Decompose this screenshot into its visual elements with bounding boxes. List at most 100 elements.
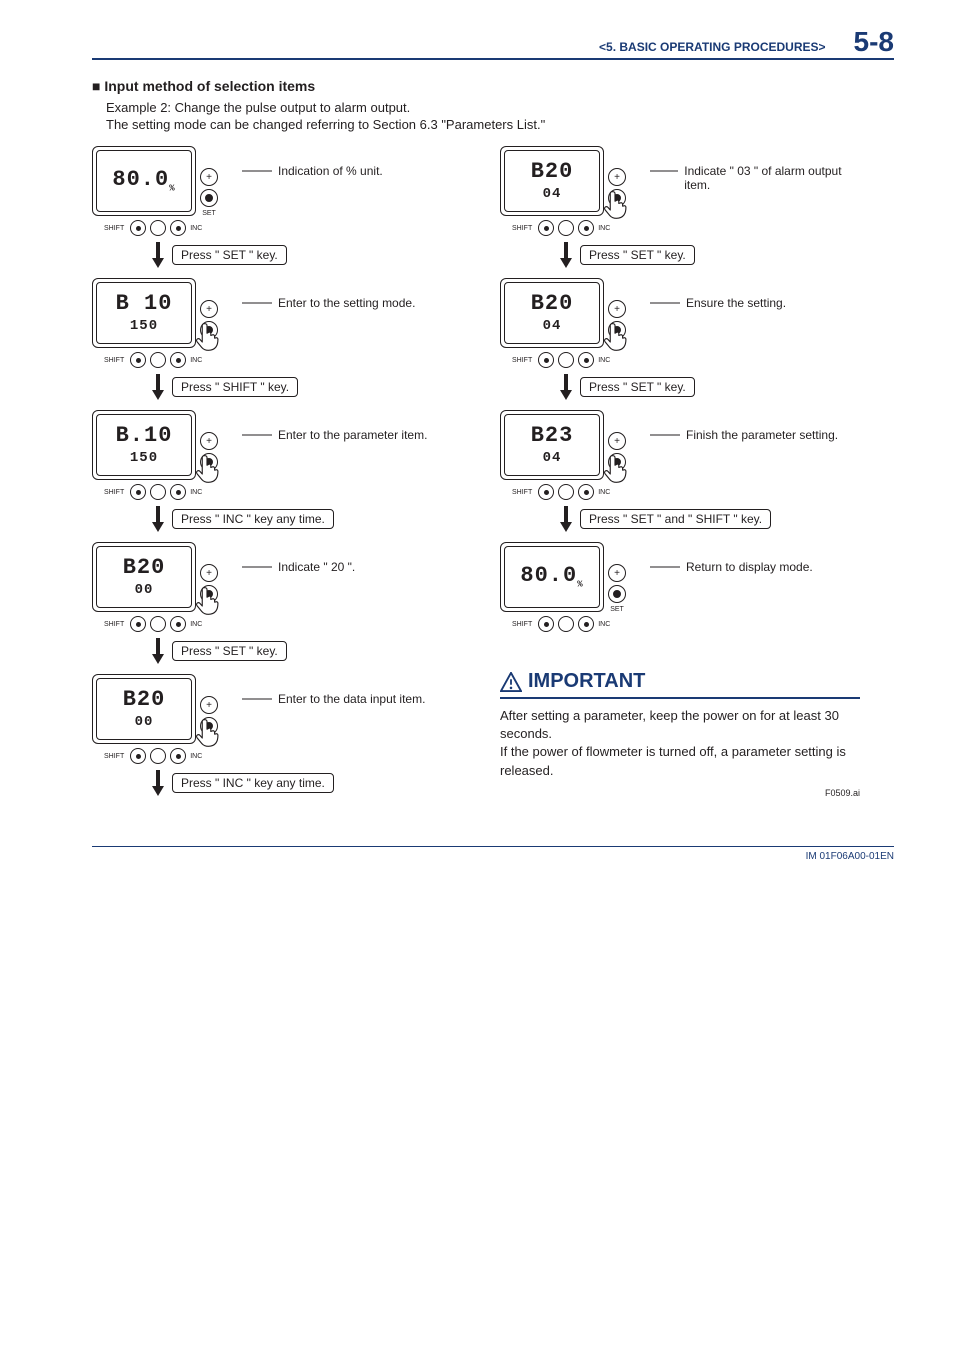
callout-line — [242, 692, 272, 706]
lcd-main-value: B20 — [123, 689, 166, 711]
shift-button[interactable] — [538, 220, 554, 236]
device-panel: B 10 150 + SET SHIFT INC — [92, 278, 232, 368]
lcd-main-value: B20 — [531, 293, 574, 315]
lcd-main-value: 80.0% — [520, 565, 583, 589]
inc-button[interactable] — [578, 484, 594, 500]
important-body-2: If the power of flowmeter is turned off,… — [500, 743, 860, 779]
lcd-main-value: B20 — [531, 161, 574, 183]
arrow-down-icon — [560, 370, 572, 404]
callout-line — [650, 164, 678, 178]
shift-button[interactable] — [130, 352, 146, 368]
inc-label: INC — [598, 489, 610, 496]
set-button[interactable] — [608, 321, 626, 339]
step-description: Indicate " 03 " of alarm output item. — [684, 164, 860, 192]
set-button[interactable] — [608, 189, 626, 207]
step-description: Enter to the parameter item. — [278, 428, 427, 442]
callout-line — [242, 428, 272, 442]
step-right-0: B20 04 + SET SHIFT INC Indicate " 03 " o… — [500, 146, 860, 236]
set-button[interactable] — [200, 453, 218, 471]
action-instruction: Press " SET " key. — [172, 641, 287, 661]
inc-label: INC — [598, 621, 610, 628]
set-button[interactable] — [608, 585, 626, 603]
arrow-down-icon — [152, 502, 164, 536]
action-instruction: Press " SET " key. — [172, 245, 287, 265]
note-text: The setting mode can be changed referrin… — [106, 117, 894, 132]
plus-button[interactable]: + — [608, 168, 626, 186]
set-label: SET — [610, 342, 624, 349]
middle-button[interactable] — [150, 352, 166, 368]
lcd-sub-value: 150 — [130, 319, 158, 333]
callout-line — [242, 296, 272, 310]
inc-button[interactable] — [170, 616, 186, 632]
shift-button[interactable] — [130, 220, 146, 236]
device-panel: B20 00 + SET SHIFT INC — [92, 674, 232, 764]
shift-label: SHIFT — [104, 753, 124, 760]
step-right-2: B23 04 + SET SHIFT INC Finish the parame… — [500, 410, 860, 500]
inc-button[interactable] — [170, 484, 186, 500]
device-panel: B20 04 + SET SHIFT INC — [500, 278, 640, 368]
action-instruction: Press " SET " and " SHIFT " key. — [580, 509, 771, 529]
lcd-main-value: B23 — [531, 425, 574, 447]
middle-button[interactable] — [558, 220, 574, 236]
shift-button[interactable] — [538, 352, 554, 368]
step-left-4: B20 00 + SET SHIFT INC Enter to the data… — [92, 674, 452, 764]
shift-button[interactable] — [130, 484, 146, 500]
set-button[interactable] — [200, 189, 218, 207]
inc-button[interactable] — [170, 352, 186, 368]
lcd-frame: B 10 150 — [92, 278, 196, 348]
step-description: Ensure the setting. — [686, 296, 786, 310]
lcd-frame: B.10 150 — [92, 410, 196, 480]
action-row: Press " SHIFT " key. — [152, 370, 452, 404]
plus-button[interactable]: + — [200, 432, 218, 450]
set-label: SET — [202, 606, 216, 613]
step-left-3: B20 00 + SET SHIFT INC Indicate " 20 ". — [92, 542, 452, 632]
set-button[interactable] — [200, 585, 218, 603]
step-left-2: B.10 150 + SET SHIFT INC Enter to the pa… — [92, 410, 452, 500]
action-row: Press " SET " key. — [560, 238, 860, 272]
step-description: Enter to the setting mode. — [278, 296, 415, 310]
middle-button[interactable] — [150, 616, 166, 632]
plus-button[interactable]: + — [200, 696, 218, 714]
inc-label: INC — [190, 489, 202, 496]
device-panel: 80.0% + SET SHIFT INC — [92, 146, 232, 236]
inc-button[interactable] — [170, 748, 186, 764]
middle-button[interactable] — [150, 484, 166, 500]
shift-button[interactable] — [130, 748, 146, 764]
inc-button[interactable] — [170, 220, 186, 236]
inc-label: INC — [598, 357, 610, 364]
shift-button[interactable] — [130, 616, 146, 632]
inc-button[interactable] — [578, 352, 594, 368]
inc-button[interactable] — [578, 616, 594, 632]
right-column: B20 04 + SET SHIFT INC Indicate " 03 " o… — [500, 146, 860, 798]
middle-button[interactable] — [150, 220, 166, 236]
plus-button[interactable]: + — [608, 432, 626, 450]
arrow-down-icon — [152, 238, 164, 272]
middle-button[interactable] — [558, 484, 574, 500]
set-button[interactable] — [200, 321, 218, 339]
inc-button[interactable] — [578, 220, 594, 236]
arrow-down-icon — [152, 766, 164, 800]
plus-button[interactable]: + — [608, 300, 626, 318]
plus-button[interactable]: + — [608, 564, 626, 582]
middle-button[interactable] — [558, 616, 574, 632]
lcd-main-value: B20 — [123, 557, 166, 579]
set-button[interactable] — [608, 453, 626, 471]
middle-button[interactable] — [558, 352, 574, 368]
action-instruction: Press " SET " key. — [580, 377, 695, 397]
step-description: Indication of % unit. — [278, 164, 383, 178]
set-button[interactable] — [200, 717, 218, 735]
example-text: Example 2: Change the pulse output to al… — [106, 100, 894, 115]
shift-button[interactable] — [538, 616, 554, 632]
plus-button[interactable]: + — [200, 300, 218, 318]
middle-button[interactable] — [150, 748, 166, 764]
step-description: Indicate " 20 ". — [278, 560, 355, 574]
lcd-frame: 80.0% — [500, 542, 604, 612]
shift-button[interactable] — [538, 484, 554, 500]
plus-button[interactable]: + — [200, 168, 218, 186]
shift-label: SHIFT — [104, 225, 124, 232]
set-label: SET — [202, 738, 216, 745]
lcd-main-value: 80.0% — [112, 169, 175, 193]
plus-button[interactable]: + — [200, 564, 218, 582]
shift-label: SHIFT — [512, 489, 532, 496]
arrow-down-icon — [560, 238, 572, 272]
